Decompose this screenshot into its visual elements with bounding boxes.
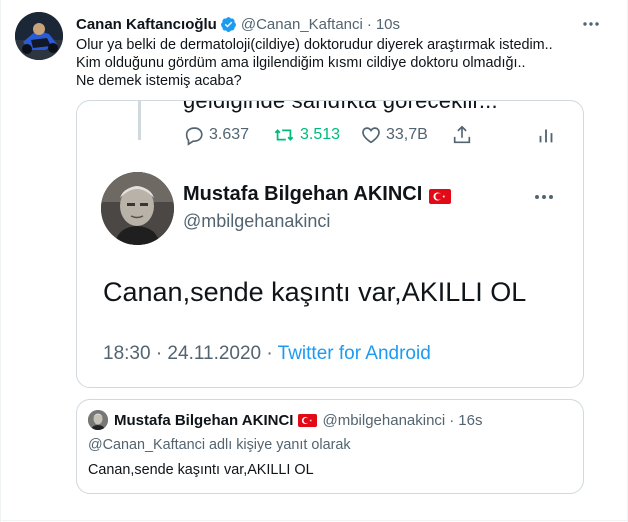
stats-icon — [539, 129, 553, 143]
quoted-tweet[interactable]: Mustafa Bilgehan AKINCI @mbilgehanakinci… — [76, 399, 584, 494]
separator-dot: · — [366, 15, 372, 33]
retweet-count: 3.513 — [300, 126, 341, 143]
verified-badge-icon — [220, 16, 237, 33]
quote-author-avatar[interactable] — [88, 410, 108, 430]
inner-source: Twitter for Android — [277, 343, 431, 364]
inner-tweet-text: Canan,sende kaşıntı var,AKILLI OL — [103, 277, 527, 307]
inner-tweet-meta: 18:30 · 24.11.2020 · Twitter for Android — [103, 343, 431, 365]
retweet-icon — [274, 129, 294, 141]
tweet-body-line: Kim olduğunu gördüm ama ilgilendiğim kıs… — [76, 55, 526, 71]
retweet-action: 3.513 — [272, 124, 340, 146]
tweet-body-line: Olur ya belki de dermatoloji(cildiye) do… — [76, 37, 553, 53]
thread-line — [138, 101, 141, 140]
reply-action: 3.637 — [183, 124, 249, 146]
author-name[interactable]: Canan Kaftancıoğlu — [76, 16, 217, 33]
screenshot-action-bar: 3.637 3.513 33,7B — [183, 123, 573, 147]
quote-header: Mustafa Bilgehan AKINCI @mbilgehanakinci… — [114, 410, 482, 430]
inner-timestamp: 18:30 · 24.11.2020 · — [103, 343, 278, 364]
quote-author-handle[interactable]: @mbilgehanakinci — [322, 412, 445, 429]
quote-time[interactable]: 16s — [458, 412, 482, 429]
tweet-header: Canan Kaftancıoğlu @Canan_Kaftanci · 10s — [76, 14, 400, 34]
tweet-time[interactable]: 10s — [376, 16, 400, 33]
inner-author-handle: @mbilgehanakinci — [183, 211, 331, 231]
quote-reply-context[interactable]: @Canan_Kaftanci adlı kişiye yanıt olarak — [88, 437, 351, 453]
attached-screenshot-image[interactable]: geldiğinde sandıkta göreceklir... 3.637 … — [76, 100, 584, 388]
inner-author-avatar — [101, 172, 174, 245]
like-count: 33,7B — [386, 126, 428, 143]
tweet-body-line: Ne demek istemiş acaba? — [76, 73, 242, 89]
like-icon — [362, 127, 380, 144]
author-handle[interactable]: @Canan_Kaftanci — [241, 16, 363, 33]
turkish-flag-icon — [429, 187, 452, 204]
more-icon — [533, 189, 555, 199]
stats-action — [535, 124, 557, 146]
divider — [1, 520, 628, 521]
turkish-flag-icon — [298, 413, 318, 427]
share-icon — [453, 125, 471, 144]
share-action — [451, 124, 473, 146]
like-action: 33,7B — [360, 124, 428, 146]
tweet-body: Olur ya belki de dermatoloji(cildiye) do… — [76, 36, 606, 90]
reply-count: 3.637 — [209, 126, 250, 143]
more-icon[interactable] — [581, 14, 601, 34]
separator-dot: · — [449, 411, 455, 429]
tweet[interactable]: Canan Kaftancıoğlu @Canan_Kaftanci · 10s… — [0, 0, 628, 522]
author-avatar[interactable] — [15, 12, 63, 60]
cut-off-text: geldiğinde sandıkta göreceklir... — [183, 100, 498, 113]
reply-icon — [185, 127, 203, 146]
quote-text: Canan,sende kaşıntı var,AKILLI OL — [88, 462, 314, 478]
inner-author-name: Mustafa Bilgehan AKINCI — [183, 183, 452, 206]
quote-author-name[interactable]: Mustafa Bilgehan AKINCI — [114, 412, 293, 429]
inner-author-name-text: Mustafa Bilgehan AKINCI — [183, 183, 423, 205]
